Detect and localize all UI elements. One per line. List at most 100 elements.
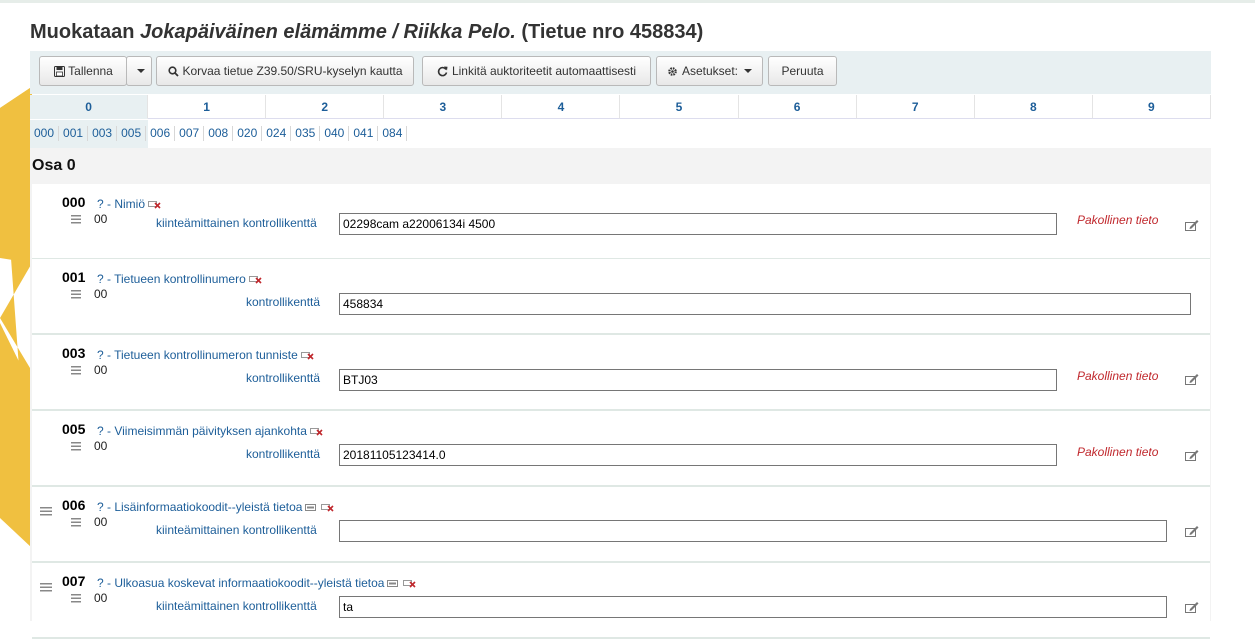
tab-9[interactable]: 9 [1092,95,1211,119]
field-help-link[interactable]: ? - Ulkoasua koskevat informaatiokoodit-… [97,576,384,590]
field-description: ? - Nimiö [97,197,161,211]
field-link-008[interactable]: 008 [204,126,234,141]
delete-field-icon[interactable] [309,427,323,436]
tab-8[interactable]: 8 [974,95,1093,119]
tab-3[interactable]: 3 [384,95,503,119]
subfield-input-001[interactable] [339,293,1191,315]
field-tag: 001 [62,269,86,285]
drag-handle-icon[interactable] [71,518,81,527]
clone-field-icon[interactable] [305,503,318,512]
tab-7[interactable]: 7 [856,95,975,119]
field-indicators: 00 [94,515,108,529]
delete-field-icon[interactable] [403,579,417,588]
chevron-down-icon [744,69,753,73]
page-title: Muokataan Jokapäiväinen elämämme / Riikk… [30,21,703,44]
field-tag: 003 [62,345,86,361]
mandatory-label: Pakollinen tieto [1077,445,1159,459]
subfield-input-006[interactable] [339,520,1167,542]
cancel-button[interactable]: Peruuta [768,56,837,86]
field-help-link[interactable]: ? - Tietueen kontrollinumeron tunniste [97,348,298,362]
drag-handle-icon[interactable] [71,366,81,375]
field-indicators: 00 [94,439,108,453]
field-description: ? - Tietueen kontrollinumeron tunniste [97,348,314,362]
field-help-link[interactable]: ? - Lisäinformaatiokoodit--yleistä tieto… [97,500,302,514]
delete-field-icon[interactable] [248,275,262,284]
marc-field-003: 003 ? - Tietueen kontrollinumeron tunnis… [32,335,1210,411]
delete-field-icon[interactable] [148,200,161,209]
subfield-label: kiinteämittainen kontrollikenttä [156,523,317,537]
delete-field-icon[interactable] [321,503,335,512]
field-link-001[interactable]: 001 [59,126,89,141]
marc-field-007: 007 ? - Ulkoasua koskevat informaatiokoo… [32,563,1210,639]
clone-field-icon[interactable] [387,579,400,588]
settings-dropdown[interactable]: Asetukset: [656,56,763,86]
refresh-icon [437,65,449,77]
tab-2[interactable]: 2 [266,95,385,119]
save-button-label: Tallenna [68,64,113,78]
field-help-link[interactable]: ? - Nimiö [97,197,145,211]
subfield-label: kontrollikenttä [246,295,321,309]
edit-icon[interactable] [1185,373,1199,385]
field-link-list: 000 001 003 005 006 007 008 020 024 035 … [30,126,408,141]
subfield-label: kontrollikenttä [246,371,321,385]
field-link-084[interactable]: 084 [378,126,408,141]
field-link-035[interactable]: 035 [291,126,321,141]
drag-handle-icon[interactable] [71,594,81,603]
field-link-005[interactable]: 005 [117,126,147,141]
decorative-accent [0,88,32,548]
mandatory-label: Pakollinen tieto [1077,369,1159,383]
field-link-007[interactable]: 007 [175,126,205,141]
search-icon [167,65,179,77]
field-link-040[interactable]: 040 [320,126,350,141]
tab-5[interactable]: 5 [620,95,739,119]
save-button[interactable]: Tallenna [39,56,127,86]
edit-icon[interactable] [1185,525,1199,537]
field-link-041[interactable]: 041 [349,126,379,141]
tab-1[interactable]: 1 [148,95,267,119]
subfield-input-005[interactable] [339,444,1057,466]
drag-handle-icon[interactable] [71,215,81,224]
tab-4[interactable]: 4 [502,95,621,119]
settings-label: Asetukset: [681,64,739,78]
drag-handle-icon[interactable] [71,442,81,451]
drag-handle-icon[interactable] [40,507,52,516]
subfield-input-003[interactable] [339,369,1057,391]
field-indicators: 00 [94,591,108,605]
link-authorities-label: Linkitä auktoriteetit automaattisesti [451,64,637,78]
subfield-input-000[interactable] [339,213,1057,235]
field-link-020[interactable]: 020 [233,126,263,141]
edit-icon[interactable] [1185,449,1199,461]
field-link-000[interactable]: 000 [30,126,60,141]
field-tag: 007 [62,573,86,589]
save-options-dropdown[interactable] [126,56,152,86]
marc-field-000: 000 ? - Nimiö 00 kiinteämittainen kontro… [32,184,1210,260]
field-link-006[interactable]: 006 [146,126,176,141]
field-help-link[interactable]: ? - Tietueen kontrollinumero [97,272,246,286]
field-description: ? - Ulkoasua koskevat informaatiokoodit-… [97,576,417,590]
z3950-replace-button[interactable]: Korvaa tietue Z39.50/SRU-kyselyn kautta [156,56,414,86]
drag-handle-icon[interactable] [71,290,81,299]
marc-field-006: 006 ? - Lisäinformaatiokoodit--yleistä t… [32,487,1210,563]
drag-handle-icon[interactable] [40,583,52,592]
tab-6[interactable]: 6 [738,95,857,119]
edit-icon[interactable] [1185,601,1199,613]
toolbar: Tallenna Korvaa tietue Z39.50/SRU-kysely… [30,51,1211,94]
tab-bar: 0 1 2 3 4 5 6 7 8 9 [30,95,1211,120]
marc-field-005: 005 ? - Viimeisimmän päivityksen ajankoh… [32,411,1210,487]
floppy-icon [53,65,65,77]
field-description: ? - Tietueen kontrollinumero [97,272,262,286]
field-help-link[interactable]: ? - Viimeisimmän päivityksen ajankohta [97,424,307,438]
title-prefix: Muokataan [30,21,141,43]
field-indicators: 00 [94,287,108,301]
field-link-024[interactable]: 024 [262,126,292,141]
subfield-input-007[interactable] [339,596,1167,618]
edit-icon[interactable] [1185,219,1199,231]
title-record-number: (Tietue nro 458834) [515,21,704,43]
tab-0[interactable]: 0 [30,95,149,119]
subfield-label: kontrollikenttä [246,447,321,461]
chevron-down-icon [136,69,145,73]
field-link-003[interactable]: 003 [88,126,118,141]
delete-field-icon[interactable] [300,351,314,360]
link-authorities-button[interactable]: Linkitä auktoriteetit automaattisesti [422,56,651,86]
field-description: ? - Viimeisimmän päivityksen ajankohta [97,424,323,438]
